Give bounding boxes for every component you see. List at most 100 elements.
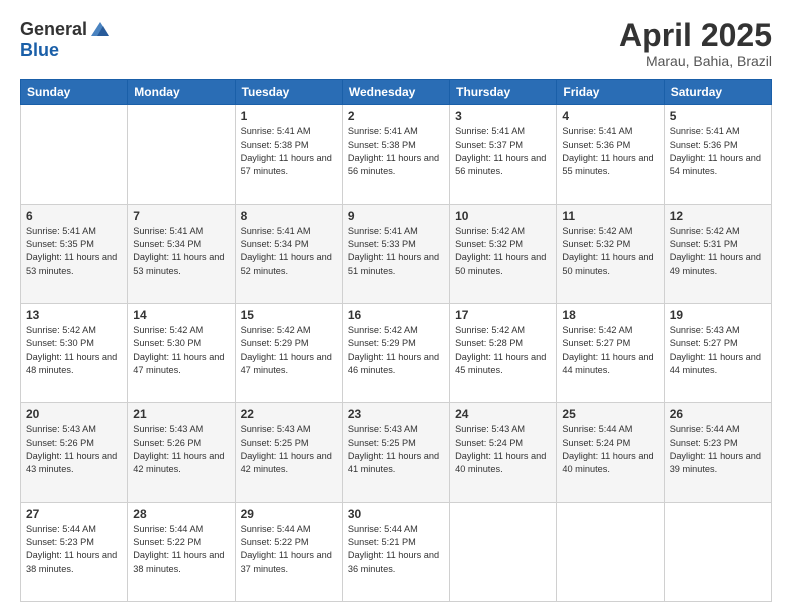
day-info: Sunrise: 5:41 AMSunset: 5:36 PMDaylight:… — [670, 125, 766, 178]
day-number: 25 — [562, 407, 658, 421]
calendar-cell: 12 Sunrise: 5:42 AMSunset: 5:31 PMDayligh… — [664, 204, 771, 303]
weekday-row: SundayMondayTuesdayWednesdayThursdayFrid… — [21, 80, 772, 105]
calendar-cell: 25 Sunrise: 5:44 AMSunset: 5:24 PMDayligh… — [557, 403, 664, 502]
calendar-cell: 30 Sunrise: 5:44 AMSunset: 5:21 PMDayligh… — [342, 502, 449, 601]
weekday-monday: Monday — [128, 80, 235, 105]
logo-general-text: General — [20, 19, 87, 40]
day-number: 15 — [241, 308, 337, 322]
logo-icon — [89, 18, 111, 40]
calendar-cell — [128, 105, 235, 204]
calendar-cell — [557, 502, 664, 601]
calendar-cell — [450, 502, 557, 601]
calendar-cell: 26 Sunrise: 5:44 AMSunset: 5:23 PMDayligh… — [664, 403, 771, 502]
day-info: Sunrise: 5:42 AMSunset: 5:30 PMDaylight:… — [133, 324, 229, 377]
day-number: 7 — [133, 209, 229, 223]
day-number: 12 — [670, 209, 766, 223]
day-info: Sunrise: 5:41 AMSunset: 5:36 PMDaylight:… — [562, 125, 658, 178]
weekday-saturday: Saturday — [664, 80, 771, 105]
day-info: Sunrise: 5:44 AMSunset: 5:23 PMDaylight:… — [670, 423, 766, 476]
day-info: Sunrise: 5:42 AMSunset: 5:32 PMDaylight:… — [455, 225, 551, 278]
day-info: Sunrise: 5:42 AMSunset: 5:32 PMDaylight:… — [562, 225, 658, 278]
day-info: Sunrise: 5:41 AMSunset: 5:38 PMDaylight:… — [241, 125, 337, 178]
day-number: 27 — [26, 507, 122, 521]
day-number: 21 — [133, 407, 229, 421]
calendar-cell — [664, 502, 771, 601]
day-info: Sunrise: 5:42 AMSunset: 5:29 PMDaylight:… — [348, 324, 444, 377]
day-info: Sunrise: 5:43 AMSunset: 5:24 PMDaylight:… — [455, 423, 551, 476]
day-info: Sunrise: 5:41 AMSunset: 5:35 PMDaylight:… — [26, 225, 122, 278]
day-info: Sunrise: 5:44 AMSunset: 5:22 PMDaylight:… — [241, 523, 337, 576]
day-info: Sunrise: 5:42 AMSunset: 5:31 PMDaylight:… — [670, 225, 766, 278]
week-row-0: 1 Sunrise: 5:41 AMSunset: 5:38 PMDaylight… — [21, 105, 772, 204]
day-number: 6 — [26, 209, 122, 223]
day-number: 9 — [348, 209, 444, 223]
day-number: 16 — [348, 308, 444, 322]
day-info: Sunrise: 5:43 AMSunset: 5:27 PMDaylight:… — [670, 324, 766, 377]
day-number: 29 — [241, 507, 337, 521]
calendar-cell: 11Sunrise: 5:42 AMSunset: 5:32 PMDayligh… — [557, 204, 664, 303]
logo-blue-text: Blue — [20, 40, 59, 61]
header: General Blue April 2025 Marau, Bahia, Br… — [20, 18, 772, 69]
weekday-friday: Friday — [557, 80, 664, 105]
calendar-cell: 13Sunrise: 5:42 AMSunset: 5:30 PMDayligh… — [21, 303, 128, 402]
logo: General Blue — [20, 18, 111, 61]
calendar-cell — [21, 105, 128, 204]
day-info: Sunrise: 5:44 AMSunset: 5:23 PMDaylight:… — [26, 523, 122, 576]
calendar-cell: 14Sunrise: 5:42 AMSunset: 5:30 PMDayligh… — [128, 303, 235, 402]
day-number: 5 — [670, 109, 766, 123]
day-info: Sunrise: 5:43 AMSunset: 5:26 PMDaylight:… — [133, 423, 229, 476]
calendar-cell: 1 Sunrise: 5:41 AMSunset: 5:38 PMDaylight… — [235, 105, 342, 204]
week-row-3: 20 Sunrise: 5:43 AMSunset: 5:26 PMDayligh… — [21, 403, 772, 502]
calendar-cell: 7 Sunrise: 5:41 AMSunset: 5:34 PMDaylight… — [128, 204, 235, 303]
day-info: Sunrise: 5:41 AMSunset: 5:33 PMDaylight:… — [348, 225, 444, 278]
month-title: April 2025 — [619, 18, 772, 53]
calendar-cell: 9 Sunrise: 5:41 AMSunset: 5:33 PMDaylight… — [342, 204, 449, 303]
week-row-1: 6 Sunrise: 5:41 AMSunset: 5:35 PMDaylight… — [21, 204, 772, 303]
day-info: Sunrise: 5:41 AMSunset: 5:34 PMDaylight:… — [241, 225, 337, 278]
day-info: Sunrise: 5:43 AMSunset: 5:26 PMDaylight:… — [26, 423, 122, 476]
day-number: 23 — [348, 407, 444, 421]
weekday-sunday: Sunday — [21, 80, 128, 105]
calendar-cell: 27 Sunrise: 5:44 AMSunset: 5:23 PMDayligh… — [21, 502, 128, 601]
calendar-cell: 5 Sunrise: 5:41 AMSunset: 5:36 PMDaylight… — [664, 105, 771, 204]
calendar-cell: 16 Sunrise: 5:42 AMSunset: 5:29 PMDayligh… — [342, 303, 449, 402]
calendar-cell: 3 Sunrise: 5:41 AMSunset: 5:37 PMDaylight… — [450, 105, 557, 204]
day-number: 26 — [670, 407, 766, 421]
day-number: 1 — [241, 109, 337, 123]
calendar-cell: 4 Sunrise: 5:41 AMSunset: 5:36 PMDaylight… — [557, 105, 664, 204]
day-info: Sunrise: 5:44 AMSunset: 5:24 PMDaylight:… — [562, 423, 658, 476]
calendar-cell: 29 Sunrise: 5:44 AMSunset: 5:22 PMDayligh… — [235, 502, 342, 601]
title-block: April 2025 Marau, Bahia, Brazil — [619, 18, 772, 69]
calendar-cell: 24 Sunrise: 5:43 AMSunset: 5:24 PMDayligh… — [450, 403, 557, 502]
calendar-cell: 21 Sunrise: 5:43 AMSunset: 5:26 PMDayligh… — [128, 403, 235, 502]
calendar: SundayMondayTuesdayWednesdayThursdayFrid… — [20, 79, 772, 602]
weekday-tuesday: Tuesday — [235, 80, 342, 105]
day-info: Sunrise: 5:44 AMSunset: 5:22 PMDaylight:… — [133, 523, 229, 576]
page: General Blue April 2025 Marau, Bahia, Br… — [0, 0, 792, 612]
calendar-cell: 20 Sunrise: 5:43 AMSunset: 5:26 PMDayligh… — [21, 403, 128, 502]
calendar-cell: 18Sunrise: 5:42 AMSunset: 5:27 PMDayligh… — [557, 303, 664, 402]
day-number: 3 — [455, 109, 551, 123]
calendar-cell: 23Sunrise: 5:43 AMSunset: 5:25 PMDayligh… — [342, 403, 449, 502]
day-info: Sunrise: 5:44 AMSunset: 5:21 PMDaylight:… — [348, 523, 444, 576]
calendar-cell: 19Sunrise: 5:43 AMSunset: 5:27 PMDayligh… — [664, 303, 771, 402]
location: Marau, Bahia, Brazil — [619, 53, 772, 69]
day-info: Sunrise: 5:41 AMSunset: 5:34 PMDaylight:… — [133, 225, 229, 278]
day-info: Sunrise: 5:41 AMSunset: 5:37 PMDaylight:… — [455, 125, 551, 178]
day-number: 4 — [562, 109, 658, 123]
calendar-header: SundayMondayTuesdayWednesdayThursdayFrid… — [21, 80, 772, 105]
day-number: 18 — [562, 308, 658, 322]
weekday-thursday: Thursday — [450, 80, 557, 105]
day-info: Sunrise: 5:42 AMSunset: 5:30 PMDaylight:… — [26, 324, 122, 377]
day-info: Sunrise: 5:42 AMSunset: 5:29 PMDaylight:… — [241, 324, 337, 377]
day-number: 17 — [455, 308, 551, 322]
calendar-cell: 6 Sunrise: 5:41 AMSunset: 5:35 PMDaylight… — [21, 204, 128, 303]
day-number: 24 — [455, 407, 551, 421]
calendar-cell: 2Sunrise: 5:41 AMSunset: 5:38 PMDaylight… — [342, 105, 449, 204]
week-row-4: 27 Sunrise: 5:44 AMSunset: 5:23 PMDayligh… — [21, 502, 772, 601]
day-number: 22 — [241, 407, 337, 421]
day-number: 8 — [241, 209, 337, 223]
day-number: 30 — [348, 507, 444, 521]
day-number: 20 — [26, 407, 122, 421]
calendar-cell: 15 Sunrise: 5:42 AMSunset: 5:29 PMDayligh… — [235, 303, 342, 402]
